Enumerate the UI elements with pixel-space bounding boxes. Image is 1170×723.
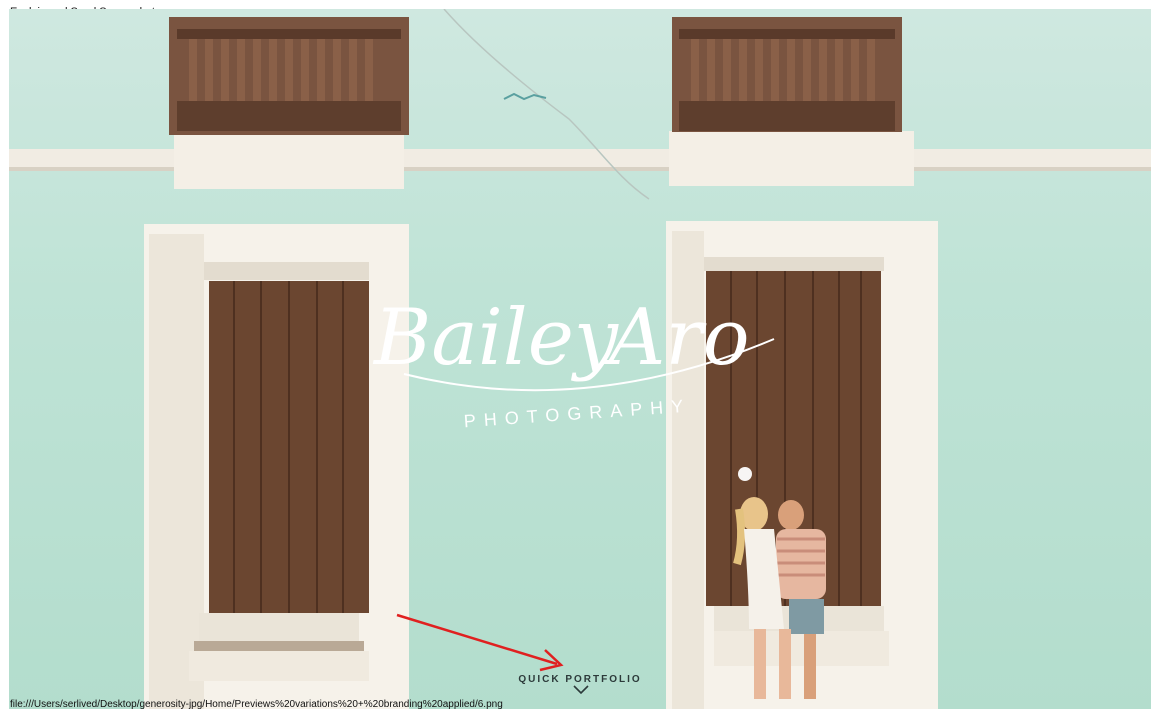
chevron-down-icon[interactable] bbox=[572, 684, 590, 696]
brand-tagline: PHOTOGRAPHY bbox=[463, 396, 692, 432]
left-balcony bbox=[169, 17, 409, 189]
slider-dot-icon[interactable] bbox=[738, 467, 752, 481]
right-balcony bbox=[669, 17, 914, 186]
brand-logo: Bailey Aro PHOTOGRAPHY bbox=[372, 293, 775, 432]
red-arrow-icon bbox=[396, 613, 564, 672]
status-bar-url: file:///Users/serlived/Desktop/generosit… bbox=[10, 699, 503, 710]
brand-name-first: Bailey bbox=[372, 293, 619, 383]
brand-name-last: Aro bbox=[603, 293, 750, 383]
hero-banner: Bailey Aro PHOTOGRAPHY QUICK PORTFOLIO bbox=[9, 9, 1151, 709]
